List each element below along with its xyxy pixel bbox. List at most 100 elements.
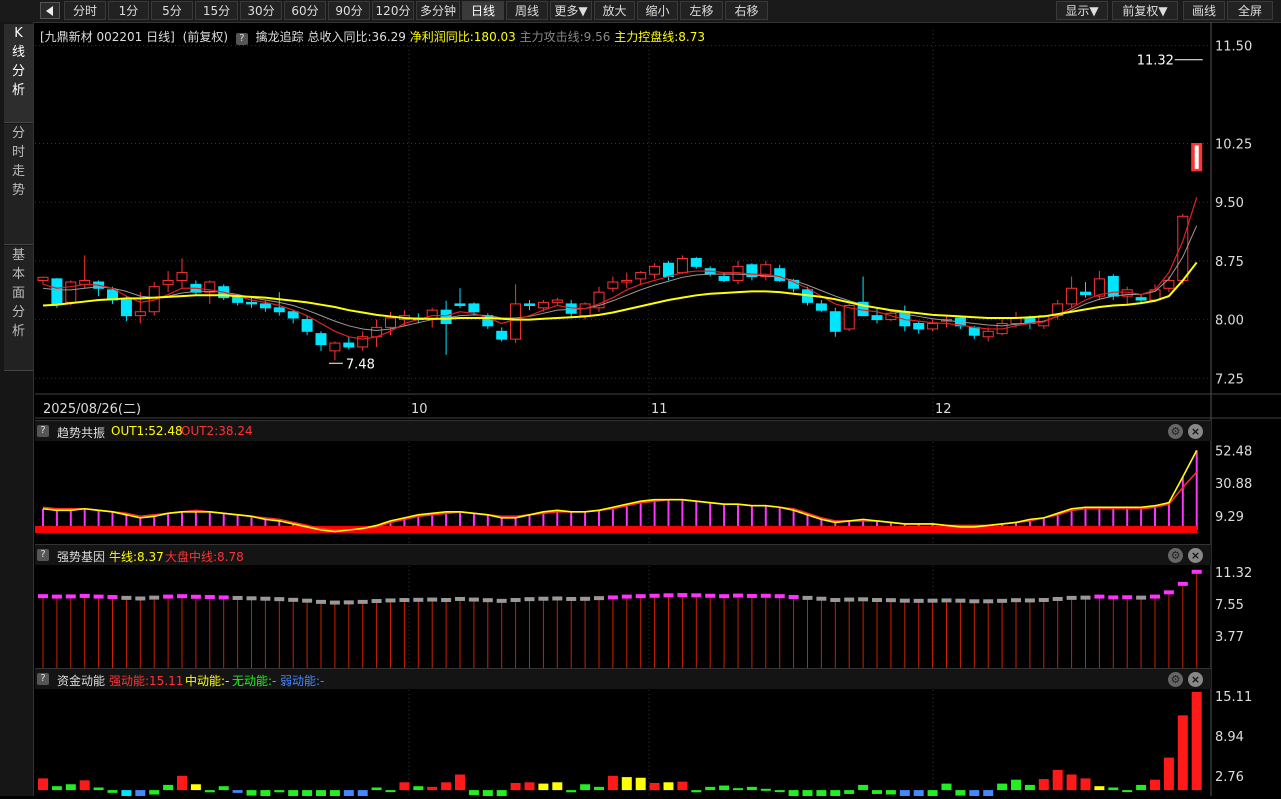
side-tab-1[interactable]: 分时走势 (4, 124, 33, 245)
close-icon[interactable]: × (1188, 548, 1203, 563)
side-tab-0[interactable]: K线分析 (4, 24, 33, 123)
p3-bar (329, 790, 340, 799)
toolbar-button-11[interactable]: 更多▼ (550, 1, 592, 20)
p3-bar (190, 784, 201, 791)
p3-bar (163, 784, 174, 791)
p3-bar (455, 774, 465, 791)
p3-bar (858, 784, 869, 791)
gear-icon[interactable]: ⚙ (1168, 672, 1183, 687)
p3-bar (885, 790, 896, 795)
candle-body (315, 333, 327, 346)
p2-mark (1150, 594, 1160, 599)
p1-out1-line (42, 450, 1198, 533)
help-icon[interactable]: ? (37, 673, 49, 685)
p3-bar (260, 790, 271, 797)
panel2-header: ? 强势基因 牛线:8.37 大盘中线:8.78 ⚙ × (35, 544, 1211, 565)
toolbar-button-3[interactable]: 15分 (195, 1, 238, 20)
p2-tick: 11.32 (1215, 566, 1252, 581)
gear-icon[interactable]: ⚙ (1168, 424, 1183, 439)
p2-mark (816, 596, 827, 601)
p2-mark (399, 598, 410, 602)
p2-mark (802, 595, 813, 600)
p2-mark (163, 594, 174, 599)
profit-value: 净利润同比:180.03 (409, 30, 516, 44)
toolbar-right-button-3[interactable]: 全屏 (1227, 1, 1273, 20)
indicator-name[interactable]: 擒龙追踪 (256, 30, 304, 44)
date-label: 2025/08/26(二) (43, 402, 141, 417)
toolbar-button-14[interactable]: 左移 (680, 1, 723, 20)
candle-body (621, 279, 633, 283)
p2-mark (496, 598, 507, 603)
p3-bar (663, 782, 674, 791)
toolbar-button-8[interactable]: 多分钟 (416, 1, 460, 20)
p2-mark (1108, 595, 1119, 600)
p3-tick: 15.11 (1215, 690, 1252, 705)
toolbar-button-4[interactable]: 30分 (240, 1, 282, 20)
candle-body (246, 301, 257, 305)
toolbar-button-9[interactable]: 日线 (462, 1, 504, 20)
sidebar: K线分析分时走势基本面分析 (0, 22, 34, 796)
candle-body (162, 279, 174, 285)
help-icon[interactable]: ? (37, 549, 49, 561)
p3-bar (997, 783, 1008, 791)
toolbar-button-0[interactable]: 分时 (64, 1, 106, 20)
candle-body (607, 281, 619, 289)
p3-bar (38, 778, 48, 791)
candle-body (968, 326, 980, 336)
candle-body (871, 315, 883, 321)
p2-mark (552, 596, 563, 601)
candle-body (301, 319, 313, 332)
toolbar-button-6[interactable]: 90分 (328, 1, 370, 20)
p2-mark (955, 598, 966, 603)
p3-bar (246, 790, 257, 796)
back-arrow-icon[interactable] (40, 2, 60, 19)
p2-mark (969, 599, 980, 604)
toolbar-button-12[interactable]: 放大 (594, 1, 635, 20)
panel1-name[interactable]: 趋势共振 (57, 424, 105, 441)
toolbar-button-2[interactable]: 5分 (151, 1, 193, 20)
toolbar-button-5[interactable]: 60分 (284, 1, 326, 20)
toolbar-button-13[interactable]: 缩小 (637, 1, 678, 20)
toolbar-right-button-2[interactable]: 画线 (1183, 1, 1225, 20)
p2-mark (1163, 590, 1174, 595)
candle-body (1080, 291, 1091, 296)
p2-mark (190, 594, 201, 599)
toolbar-button-7[interactable]: 120分 (372, 1, 414, 20)
p3-bar (566, 790, 577, 793)
adjust-label: (前复权) (182, 30, 229, 44)
p2-mark (65, 594, 76, 599)
candle-body (65, 281, 77, 303)
help-icon[interactable]: ? (235, 33, 248, 45)
panel3-strong: 强动能:15.11 (109, 674, 184, 688)
help-icon[interactable]: ? (37, 425, 49, 437)
panel3-name[interactable]: 资金动能 (57, 672, 105, 689)
stock-label[interactable]: [九鼎新材 002201 日线] (40, 30, 175, 44)
toolbar-right-button-1[interactable]: 前复权▼ (1112, 1, 1178, 20)
p2-mark (510, 598, 521, 602)
toolbar-button-1[interactable]: 1分 (108, 1, 149, 20)
month-label: 10 (411, 402, 428, 417)
p2-mark (885, 598, 896, 603)
candle-body (468, 303, 480, 313)
p2-mark (733, 593, 743, 598)
gear-icon[interactable]: ⚙ (1168, 548, 1183, 563)
close-icon[interactable]: × (1188, 672, 1203, 687)
p3-bar (1108, 787, 1119, 791)
p3-bar (649, 782, 660, 791)
p3-bar (496, 790, 507, 799)
close-icon[interactable]: × (1188, 424, 1203, 439)
panel2-name[interactable]: 强势基因 (57, 548, 105, 565)
toolbar-button-15[interactable]: 右移 (725, 1, 768, 20)
p3-bar (1122, 790, 1133, 793)
toolbar-right-button-0[interactable]: 显示▼ (1056, 1, 1108, 20)
p3-bar (218, 786, 229, 791)
p3-bar (1024, 784, 1035, 791)
p2-mark (51, 594, 62, 599)
toolbar-button-10[interactable]: 周线 (506, 1, 548, 20)
side-tab-2[interactable]: 基本面分析 (4, 246, 33, 371)
panel2-market: 大盘中线:8.78 (165, 550, 244, 564)
p3-bar (343, 790, 354, 799)
p3-bar (524, 782, 535, 791)
p2-mark (288, 597, 299, 602)
p2-mark (329, 600, 340, 605)
